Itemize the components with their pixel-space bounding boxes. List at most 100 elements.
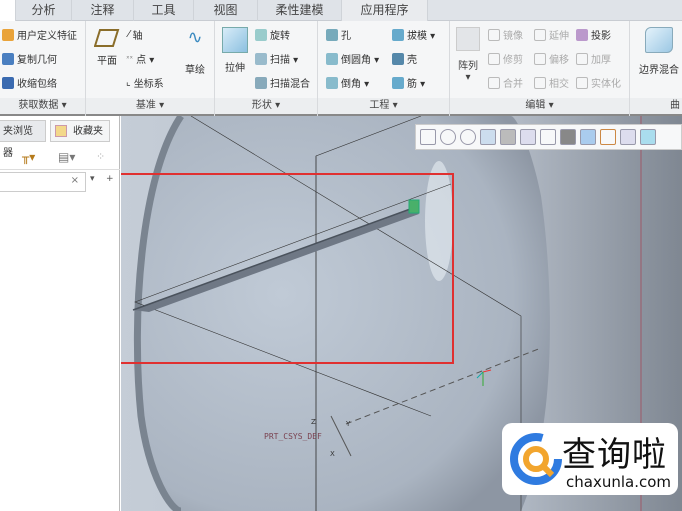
udf-icon	[2, 28, 14, 41]
boundary-blend-icon	[645, 27, 673, 53]
tab-active[interactable]	[0, 0, 16, 21]
spin-center-icon[interactable]	[620, 129, 636, 145]
group-editing: 阵列 ▾ 镜像 修剪 合并 延伸 偏移 相交 投影 加厚 实体化 编辑 ▾	[450, 21, 630, 116]
plane-icon	[93, 29, 120, 47]
filter-icon[interactable]: ⁘	[96, 150, 105, 163]
add-icon[interactable]: +	[106, 174, 114, 184]
shell-button[interactable]: 壳	[392, 51, 417, 66]
mirror-button[interactable]: 镜像	[488, 27, 523, 42]
datum-display-icon[interactable]	[600, 129, 616, 145]
group-label[interactable]: 工程 ▾	[318, 98, 449, 114]
view-manager-icon[interactable]	[540, 129, 556, 145]
merge-button[interactable]: 合并	[488, 75, 523, 90]
revolve-icon	[255, 28, 267, 41]
refit-icon[interactable]	[420, 129, 436, 145]
selected-feature-marker	[408, 199, 420, 214]
axis-x-label: X	[330, 450, 335, 458]
rib-button[interactable]: 筋 ▾	[392, 75, 425, 90]
group-label[interactable]: 形状 ▾	[215, 98, 317, 114]
group-surfaces: 边界混合 曲	[630, 21, 682, 116]
round-icon	[326, 52, 338, 65]
annotation-display-icon[interactable]	[580, 129, 596, 145]
hole-icon	[326, 28, 338, 41]
project-icon	[576, 28, 588, 41]
ribbon: 用户定义特征 复制几何 收缩包络 获取数据 ▾ 平面 ⁄ 轴 ˣˣ 点 ▾ ⌞ 坐标系…	[0, 21, 682, 116]
chamfer-button[interactable]: 倒角 ▾	[326, 75, 369, 90]
round-button[interactable]: 倒圆角 ▾	[326, 51, 379, 66]
project-button[interactable]: 投影	[576, 27, 611, 42]
tab-folder-browser[interactable]: 夹浏览器	[0, 120, 46, 159]
copy-geometry-button[interactable]: 复制几何	[2, 51, 57, 66]
axis-y-label: Y	[346, 420, 351, 428]
tab-applications[interactable]: 应用程序	[342, 0, 428, 21]
group-label[interactable]: 获取数据 ▾	[0, 98, 85, 114]
display-style-icon[interactable]	[500, 129, 516, 145]
group-datum: 平面 ⁄ 轴 ˣˣ 点 ▾ ⌞ 坐标系 ∿ 草绘 基准 ▾	[86, 21, 215, 116]
offset-icon	[534, 52, 546, 65]
shell-icon	[392, 52, 404, 65]
tab-analysis[interactable]: 分析	[16, 0, 72, 21]
chamfer-icon	[326, 76, 338, 89]
axis-button[interactable]: ⁄ 轴	[128, 27, 143, 42]
swept-blend-icon	[255, 76, 267, 89]
intersect-button[interactable]: 相交	[534, 75, 569, 90]
perspective-icon[interactable]	[560, 129, 576, 145]
ribbon-tabs: 分析 注释 工具 视图 柔性建模 应用程序	[0, 0, 682, 21]
extend-button[interactable]: 延伸	[534, 27, 569, 42]
panel-toolbar: ╥▾ ▤▾ ⁘	[0, 144, 120, 170]
search-input[interactable]: ×	[0, 172, 86, 192]
group-label[interactable]: 曲	[630, 98, 682, 114]
sketch-icon: ∿	[187, 27, 203, 48]
boundary-blend-button[interactable]: 边界混合	[634, 27, 682, 76]
offset-button[interactable]: 偏移	[534, 51, 569, 66]
group-shape: 拉伸 旋转 扫描 ▾ 扫描混合 形状 ▾	[215, 21, 318, 116]
csys-button[interactable]: ⌞ 坐标系	[126, 75, 164, 90]
revolve-button[interactable]: 旋转	[255, 27, 290, 42]
sweep-button[interactable]: 扫描 ▾	[255, 51, 298, 66]
trim-icon	[488, 52, 500, 65]
tab-tools[interactable]: 工具	[134, 0, 194, 21]
extrude-icon	[222, 27, 248, 53]
pattern-icon	[456, 27, 480, 51]
sketch-button[interactable]: ∿ 草绘	[180, 27, 210, 76]
plane-button[interactable]: 平面	[92, 27, 122, 67]
shrinkwrap-icon	[2, 76, 14, 89]
tab-favorites[interactable]: 收藏夹	[50, 120, 110, 142]
tab-view[interactable]: 视图	[194, 0, 258, 21]
csys-display-icon[interactable]	[640, 129, 656, 145]
hole-button[interactable]: 孔	[326, 27, 351, 42]
copy-geometry-icon	[2, 52, 14, 65]
extend-icon	[534, 28, 546, 41]
settings-tools-icon[interactable]: ╥▾	[22, 150, 35, 164]
zoom-in-icon[interactable]	[440, 129, 456, 145]
swept-blend-button[interactable]: 扫描混合	[255, 75, 310, 90]
group-label[interactable]: 编辑 ▾	[450, 98, 629, 114]
tab-flexible-modeling[interactable]: 柔性建模	[258, 0, 342, 21]
solidify-button[interactable]: 实体化	[576, 75, 621, 90]
favorites-icon	[55, 125, 67, 137]
draft-button[interactable]: 拔模 ▾	[392, 27, 435, 42]
point-button[interactable]: ˣˣ 点 ▾	[126, 51, 154, 66]
csys-icon: ⌞	[126, 77, 131, 88]
saved-orientations-icon[interactable]	[520, 129, 536, 145]
zoom-out-icon[interactable]	[460, 129, 476, 145]
extrude-button[interactable]: 拉伸	[219, 27, 251, 74]
repaint-icon[interactable]	[480, 129, 496, 145]
shrinkwrap-button[interactable]: 收缩包络	[2, 75, 57, 90]
model-tree-panel: 夹浏览器 收藏夹 ╥▾ ▤▾ ⁘ × ▾ +	[0, 116, 120, 511]
sweep-icon	[255, 52, 267, 65]
show-menu-icon[interactable]: ▤▾	[58, 150, 75, 164]
search-dropdown-icon[interactable]: ▾	[90, 174, 95, 184]
clear-search-icon[interactable]: ×	[71, 175, 79, 186]
thicken-icon	[576, 52, 588, 65]
pattern-button[interactable]: 阵列 ▾	[454, 27, 482, 83]
watermark-logo: 查询啦 chaxunla.com	[502, 423, 678, 495]
tab-annotate[interactable]: 注释	[72, 0, 134, 21]
trim-button[interactable]: 修剪	[488, 51, 523, 66]
group-label[interactable]: 基准 ▾	[86, 98, 214, 114]
logo-icon	[510, 433, 562, 485]
thicken-button[interactable]: 加厚	[576, 51, 611, 66]
udf-button[interactable]: 用户定义特征	[2, 27, 77, 42]
rib-icon	[392, 76, 404, 89]
view-toolbar	[415, 124, 682, 150]
